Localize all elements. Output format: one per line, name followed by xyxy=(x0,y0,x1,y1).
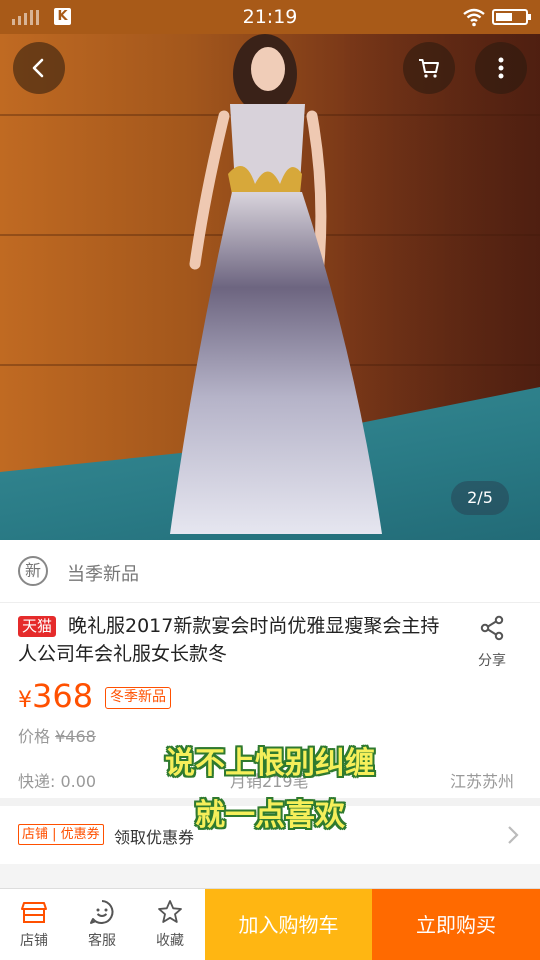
new-badge-icon: 新 xyxy=(18,556,48,586)
video-caption-line-1: 说不上恨别纠缠 xyxy=(165,746,375,781)
shopping-cart-icon xyxy=(419,59,439,78)
share-button[interactable]: 分享 xyxy=(468,614,516,670)
service-label: 客服 xyxy=(88,933,116,949)
currency-symbol: ¥ xyxy=(18,688,32,713)
shop-button[interactable]: 店铺 xyxy=(0,889,68,960)
add-to-cart-button[interactable]: 加入购物车 xyxy=(205,889,372,960)
star-icon xyxy=(158,900,182,923)
store-icon xyxy=(21,902,47,923)
bottom-action-bar: 店铺 客服 收藏 加入购物车 立即购买 xyxy=(0,888,540,960)
image-page-indicator: 2/5 xyxy=(451,481,509,515)
share-label: 分享 xyxy=(478,653,506,669)
share-icon xyxy=(480,615,504,641)
product-image-gallery[interactable] xyxy=(0,34,540,540)
tmall-badge: 天猫 xyxy=(18,616,57,637)
chat-smile-icon xyxy=(90,900,114,924)
buy-now-button[interactable]: 立即购买 xyxy=(372,889,540,960)
more-options-button[interactable] xyxy=(475,42,527,94)
battery-icon xyxy=(492,9,531,25)
current-price: ¥368 xyxy=(18,677,93,715)
product-title: 晚礼服2017新款宴会时尚优雅显瘦聚会主持人公司年会礼服女长款冬 xyxy=(18,615,440,665)
price-promo-tag: 冬季新品 xyxy=(105,687,171,709)
wifi-icon xyxy=(463,8,485,27)
product-photo xyxy=(170,34,382,534)
back-button[interactable] xyxy=(13,42,65,94)
chevron-left-icon xyxy=(32,58,44,78)
favorite-label: 收藏 xyxy=(156,933,184,949)
new-season-row: 新 当季新品 xyxy=(0,540,540,602)
price-value: 368 xyxy=(32,677,94,715)
shop-label: 店铺 xyxy=(20,933,48,949)
customer-service-button[interactable]: 客服 xyxy=(68,889,136,960)
video-caption-line-2: 就一点喜欢 xyxy=(195,798,345,833)
status-bar: K 21:19 xyxy=(0,0,540,34)
cart-button[interactable] xyxy=(403,42,455,94)
status-time: 21:19 xyxy=(242,6,298,28)
favorite-button[interactable]: 收藏 xyxy=(136,889,204,960)
more-vertical-icon xyxy=(498,57,504,79)
new-season-label: 当季新品 xyxy=(67,564,139,585)
